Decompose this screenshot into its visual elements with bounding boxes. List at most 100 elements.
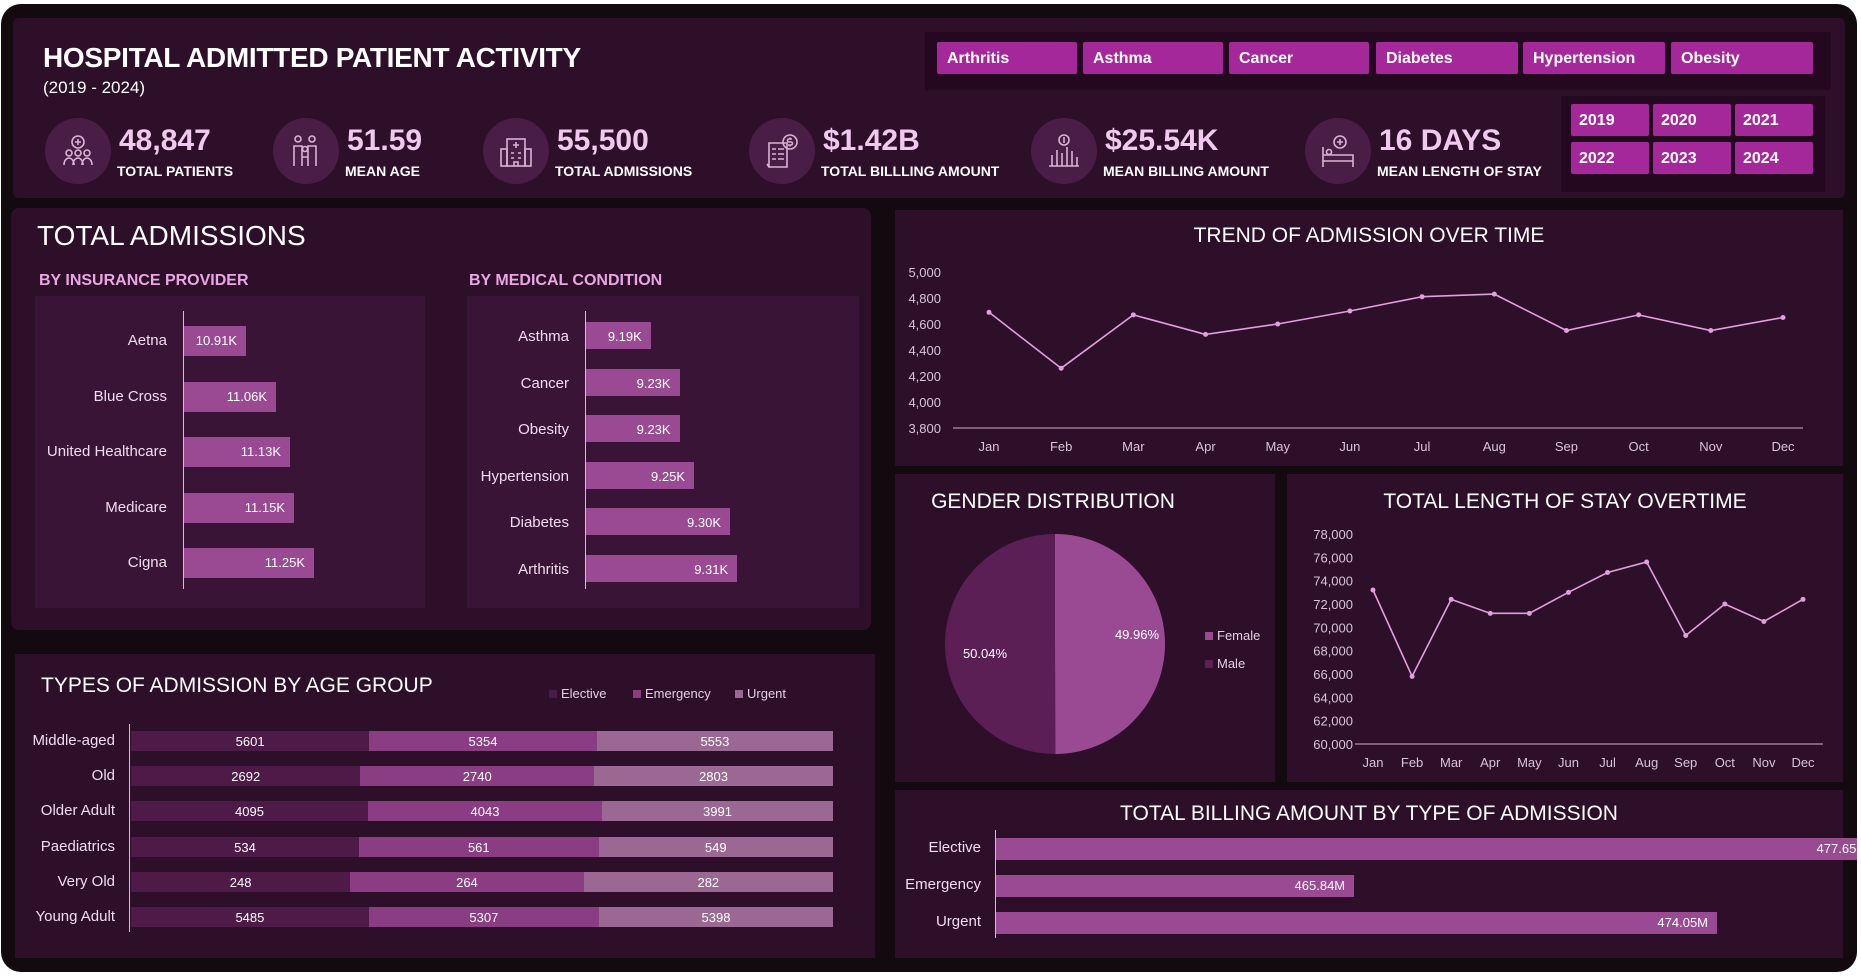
segment-emergency-young-adult: 5307 xyxy=(368,907,599,927)
category-label-paediatrics: Paediatrics xyxy=(40,837,115,855)
x-tick-label: Aug xyxy=(1483,439,1506,454)
data-label-diabetes: 9.30K xyxy=(687,515,721,530)
category-label-cigna: Cigna xyxy=(127,554,167,571)
total-admissions-title: TOTAL ADMISSIONS xyxy=(37,220,306,251)
category-label-arthritis: Arthritis xyxy=(518,560,569,578)
y-tick-label: 4,800 xyxy=(908,291,941,306)
x-tick-label: Apr xyxy=(1195,439,1216,454)
category-label-urgent: Urgent xyxy=(935,913,981,930)
pie-label-female: 49.96% xyxy=(1115,627,1160,642)
kpi-value-mean-age: 51.59 xyxy=(347,124,423,157)
data-label-urgent: 474.05M xyxy=(1657,915,1708,930)
y-tick-label: 78,000 xyxy=(1313,527,1353,542)
dashboard: HOSPITAL ADMITTED PATIENT ACTIVITY (2019… xyxy=(1,4,1857,972)
segment-elective-middle-aged: 5601 xyxy=(131,731,370,751)
bar-cigna: 11.25K xyxy=(184,548,314,578)
segment-emergency-very-old: 264 xyxy=(350,871,584,892)
x-tick-label: Feb xyxy=(1401,755,1423,770)
slicer-year-2024[interactable]: 2024 xyxy=(1735,142,1813,174)
kpi-label-mean-stay: MEAN LENGTH OF STAY xyxy=(1377,163,1542,179)
category-label-diabetes: Diabetes xyxy=(509,514,569,531)
bar-emergency: 465.84M xyxy=(996,875,1355,897)
bar-united-healthcare: 11.13K xyxy=(184,437,290,467)
bar-chart-money-icon xyxy=(1031,118,1097,184)
y-tick-label: 5,000 xyxy=(908,265,941,280)
x-tick-label: Feb xyxy=(1050,439,1072,454)
segment-elective-young-adult: 5485 xyxy=(131,907,369,927)
y-tick-label: 3,800 xyxy=(908,421,941,436)
slicer-condition-arthritis[interactable]: Arthritis xyxy=(937,42,1077,74)
legend-urgent: Urgent xyxy=(735,686,786,701)
page-title: HOSPITAL ADMITTED PATIENT ACTIVITY xyxy=(43,42,581,73)
legend-label-elective: Elective xyxy=(561,686,607,701)
slicer-condition-hypertension[interactable]: Hypertension xyxy=(1523,42,1665,74)
legend-label-emergency: Emergency xyxy=(645,686,711,701)
data-point-apr xyxy=(1203,331,1209,337)
slicer-condition-obesity[interactable]: Obesity xyxy=(1671,42,1813,74)
bar-obesity: 9.23K xyxy=(586,415,680,442)
data-point-may xyxy=(1275,321,1281,327)
data-point-jun xyxy=(1347,308,1353,314)
hospital-bed-icon xyxy=(1305,118,1371,184)
segment-urgent-middle-aged: 5553 xyxy=(596,731,833,751)
category-label-young-adult: Young Adult xyxy=(35,908,115,925)
segment-urgent-old: 2803 xyxy=(594,766,833,787)
x-tick-label: May xyxy=(1517,755,1542,770)
data-point-jun xyxy=(1565,589,1571,595)
segment-elective-old: 2692 xyxy=(131,766,361,787)
slicer-year-2019[interactable]: 2019 xyxy=(1571,104,1649,136)
legend-label-female: Female xyxy=(1217,628,1260,643)
category-label-united-healthcare: United Healthcare xyxy=(46,443,167,460)
bar-elective: 477.65M xyxy=(996,838,1857,860)
data-point-nov xyxy=(1761,619,1767,624)
x-tick-label: Oct xyxy=(1715,755,1736,770)
x-tick-label: Nov xyxy=(1752,755,1776,770)
data-point-dec xyxy=(1780,315,1786,320)
slicer-year-2022[interactable]: 2022 xyxy=(1571,142,1649,174)
insurance-chart-title: BY INSURANCE PROVIDER xyxy=(39,272,249,289)
y-tick-label: 76,000 xyxy=(1313,550,1353,565)
y-tick-label: 62,000 xyxy=(1313,714,1353,729)
kpi-value-total-billing: $1.42B xyxy=(823,124,920,157)
family-icon xyxy=(273,118,339,184)
x-tick-label: Jul xyxy=(1599,755,1616,770)
data-label-blue-cross: 11.06K xyxy=(226,388,267,404)
legend-swatch-elective xyxy=(549,690,557,698)
data-point-aug xyxy=(1644,559,1650,565)
category-label-asthma: Asthma xyxy=(518,328,569,345)
y-tick-label: 70,000 xyxy=(1313,620,1353,635)
kpi-label-total-billing: TOTAL BILLLING AMOUNT xyxy=(821,163,1000,179)
x-tick-label: Nov xyxy=(1699,439,1723,454)
x-tick-label: Apr xyxy=(1480,755,1501,770)
x-tick-label: Jun xyxy=(1339,439,1360,454)
data-point-feb xyxy=(1409,673,1415,679)
bar-blue-cross: 11.06K xyxy=(184,381,276,412)
y-tick-label: 72,000 xyxy=(1313,597,1353,612)
data-label-united-healthcare: 11.13K xyxy=(240,444,281,459)
category-label-middle-aged: Middle-aged xyxy=(32,732,115,749)
slicer-year-2021[interactable]: 2021 xyxy=(1735,104,1813,136)
data-label-arthritis: 9.31K xyxy=(694,561,729,577)
slicer-year-2023[interactable]: 2023 xyxy=(1653,142,1731,174)
data-point-aug xyxy=(1491,291,1497,297)
age-group-axis xyxy=(129,724,130,932)
slicer-condition-diabetes[interactable]: Diabetes xyxy=(1376,42,1518,74)
legend-swatch-female xyxy=(1205,632,1213,640)
legend-elective: Elective xyxy=(549,686,607,701)
segment-elective-very-old: 248 xyxy=(131,871,351,892)
slicer-condition-asthma[interactable]: Asthma xyxy=(1083,42,1223,74)
bar-cancer: 9.23K xyxy=(586,368,680,396)
kpi-value-total-patients: 48,847 xyxy=(119,124,211,157)
y-tick-label: 68,000 xyxy=(1313,644,1353,659)
kpi-label-mean-age: MEAN AGE xyxy=(345,163,420,179)
category-label-old: Old xyxy=(91,767,115,785)
category-label-blue-cross: Blue Cross xyxy=(93,387,167,405)
bar-arthritis: 9.31K xyxy=(586,554,738,582)
condition-chart-title: BY MEDICAL CONDITION xyxy=(469,272,663,289)
page-subtitle: (2019 - 2024) xyxy=(43,78,146,97)
data-point-mar xyxy=(1448,596,1454,602)
slicer-condition-cancer[interactable]: Cancer xyxy=(1229,42,1369,74)
slicer-year-2020[interactable]: 2020 xyxy=(1653,104,1731,136)
legend-emergency: Emergency xyxy=(633,686,711,701)
legend-label-male: Male xyxy=(1217,656,1245,671)
